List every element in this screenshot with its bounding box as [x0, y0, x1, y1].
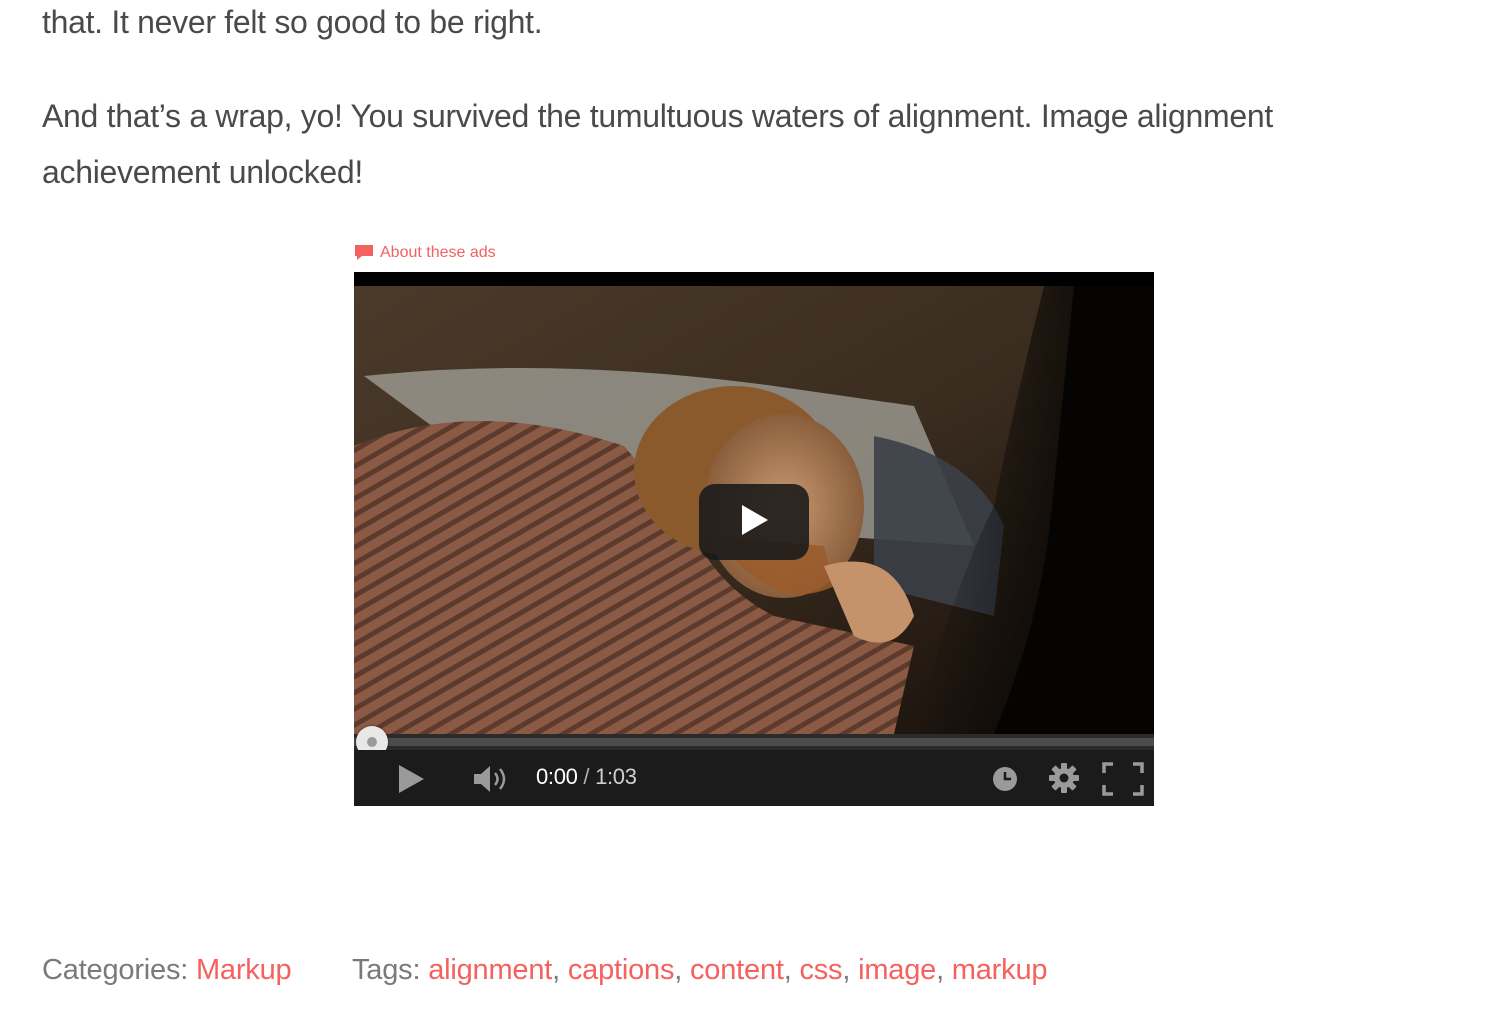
time-display: 0:00 / 1:03	[536, 764, 637, 790]
tag-link[interactable]: captions	[568, 954, 675, 986]
big-play-button[interactable]	[699, 484, 809, 560]
play-icon	[737, 503, 771, 542]
about-ads-label: About these ads	[380, 244, 496, 261]
fullscreen-button[interactable]	[1102, 762, 1144, 796]
post-tags: Tags: alignment, captions, content, css,…	[352, 954, 1048, 986]
gear-icon	[1048, 762, 1080, 794]
clock-icon	[992, 766, 1018, 792]
video-player[interactable]: 0:00 / 1:03	[354, 272, 1154, 806]
play-button[interactable]	[396, 764, 426, 794]
play-icon	[396, 764, 426, 794]
categories-label: Categories:	[42, 954, 189, 986]
fullscreen-icon	[1102, 762, 1144, 796]
tags-label: Tags:	[352, 954, 421, 986]
page: that. It never felt so good to be right.…	[0, 0, 1492, 1032]
settings-button[interactable]	[1048, 762, 1080, 794]
volume-icon	[472, 764, 512, 794]
tag-link[interactable]: content	[690, 954, 784, 986]
tag-link[interactable]: alignment	[428, 954, 552, 986]
duration: 1:03	[595, 764, 637, 789]
article-paragraph: And that’s a wrap, yo! You survived the …	[42, 98, 1273, 190]
volume-button[interactable]	[472, 764, 512, 794]
watch-later-button[interactable]	[992, 766, 1018, 792]
tag-link[interactable]: css	[799, 954, 842, 986]
category-link[interactable]: Markup	[196, 954, 292, 986]
current-time: 0:00	[536, 764, 578, 789]
tag-link[interactable]: image	[858, 954, 936, 986]
tag-link[interactable]: markup	[952, 954, 1048, 986]
progress-bar[interactable]	[354, 738, 1154, 746]
about-ads-link[interactable]: About these ads	[354, 244, 496, 262]
speech-bubble-icon	[354, 244, 374, 262]
video-frame[interactable]	[354, 286, 1154, 734]
article-paragraph: that. It never felt so good to be right.	[42, 4, 543, 40]
time-separator: /	[577, 764, 596, 789]
post-categories: Categories: Markup	[42, 954, 292, 987]
progress-track[interactable]	[354, 734, 1154, 750]
control-bar: 0:00 / 1:03	[354, 750, 1154, 806]
